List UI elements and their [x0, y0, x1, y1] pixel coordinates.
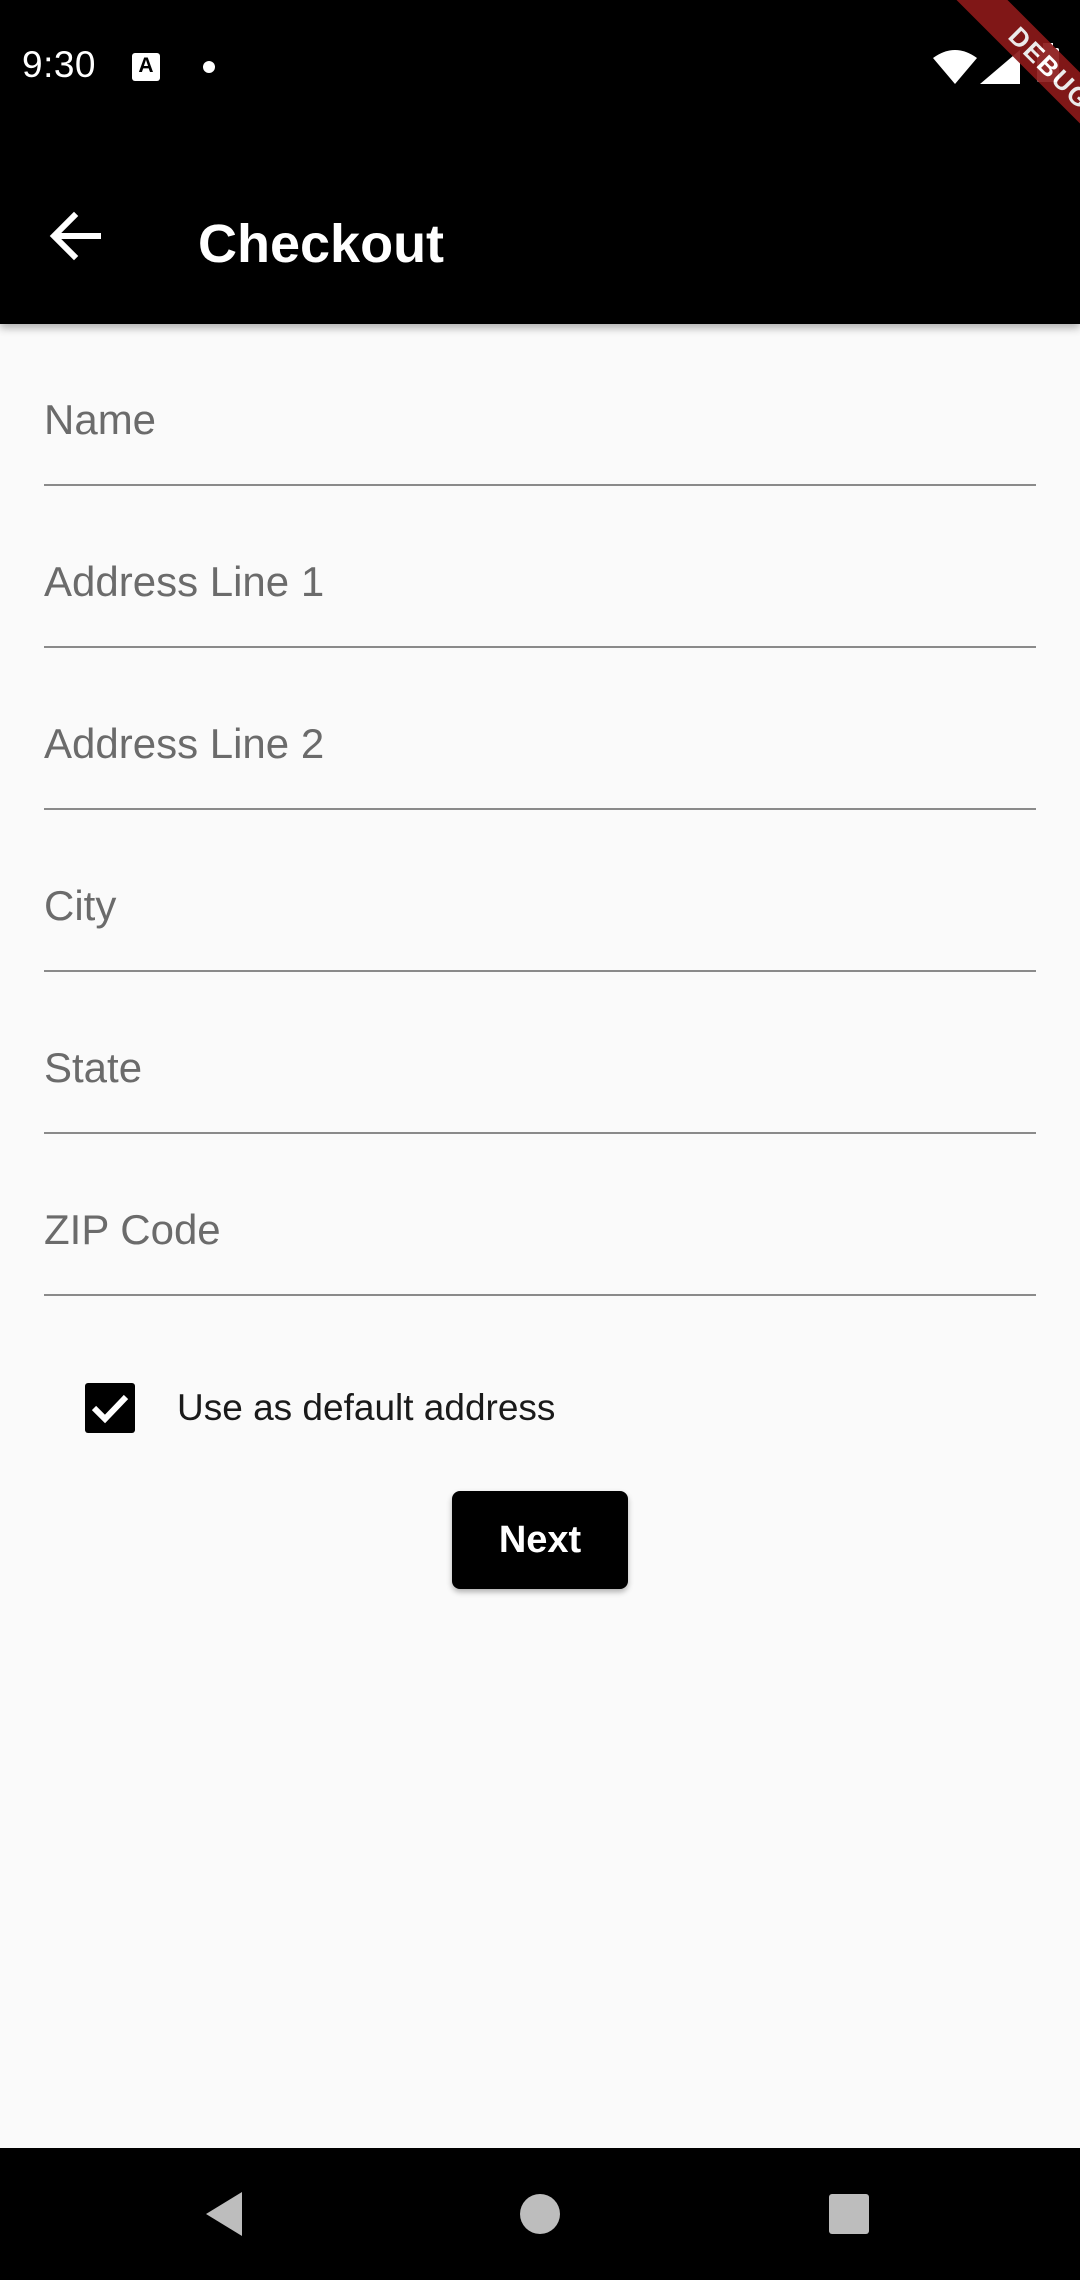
zip-code-field-container [44, 1134, 1036, 1296]
nav-recents-icon[interactable] [829, 2194, 869, 2234]
dot-icon [203, 61, 215, 73]
default-address-label: Use as default address [177, 1387, 556, 1428]
next-button[interactable]: Next [452, 1491, 628, 1589]
city-field[interactable] [44, 882, 1036, 930]
zip-code-field[interactable] [44, 1206, 1036, 1254]
wifi-icon [933, 50, 977, 84]
state-field-container [44, 972, 1036, 1134]
address-line-1-field-container [44, 486, 1036, 648]
page-title: Checkout [198, 214, 445, 274]
city-field-container [44, 810, 1036, 972]
default-address-checkbox[interactable] [85, 1383, 135, 1433]
state-field[interactable] [44, 1044, 1036, 1092]
signal-icon [980, 50, 1020, 84]
check-icon [91, 1394, 129, 1424]
nav-home-icon[interactable] [520, 2194, 560, 2234]
address-line-2-field-container [44, 648, 1036, 810]
back-button[interactable] [36, 196, 116, 276]
status-bar: 9:30 A [0, 0, 1080, 130]
status-time: 9:30 [22, 44, 97, 85]
battery-icon [1037, 43, 1059, 82]
system-navigation-bar [0, 2148, 1080, 2280]
arrow-back-icon [49, 211, 101, 261]
app-bar: Checkout [0, 130, 1080, 324]
name-field-container [44, 324, 1036, 486]
name-field[interactable] [44, 396, 1036, 444]
default-address-checkbox-row[interactable]: Use as default address [85, 1382, 555, 1434]
a-notification-icon: A [132, 53, 160, 81]
nav-back-icon[interactable] [202, 2188, 246, 2240]
address-line-2-field[interactable] [44, 720, 1036, 768]
address-line-1-field[interactable] [44, 558, 1036, 606]
checkout-form [44, 324, 1036, 1296]
